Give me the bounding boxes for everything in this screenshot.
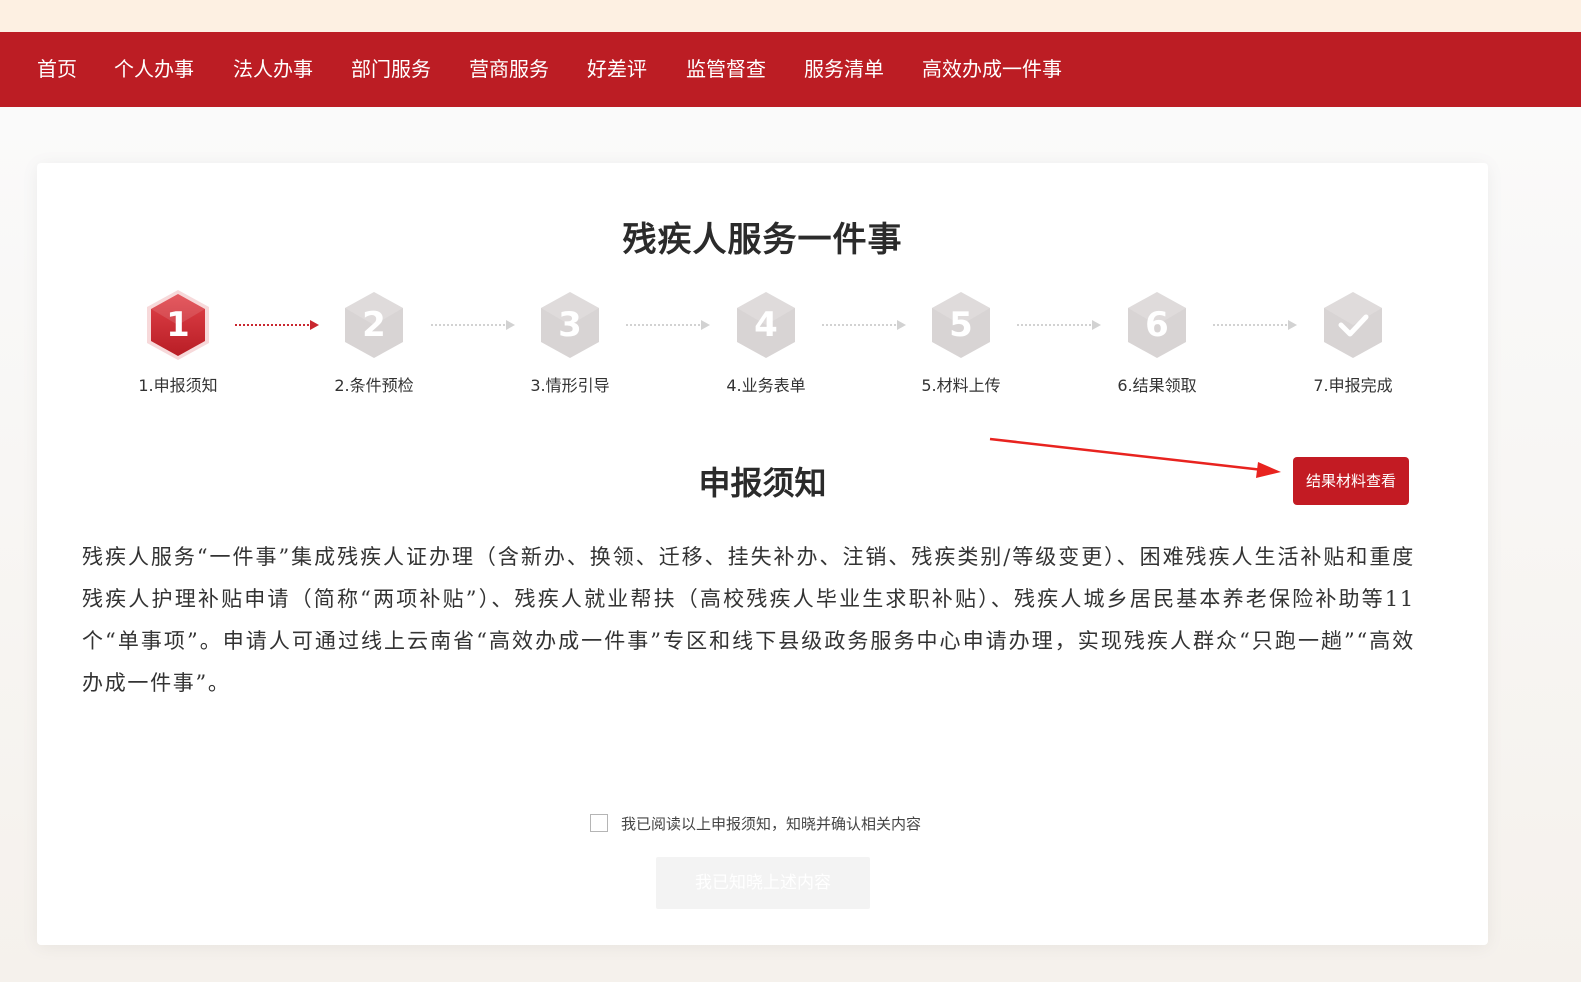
page-title: 残疾人服务一件事 xyxy=(622,220,903,260)
step-7-hexagon xyxy=(1320,288,1386,362)
step-connector-1-active xyxy=(235,320,319,330)
step-4-hexagon: 4 xyxy=(733,288,799,362)
step-2-number: 2 xyxy=(362,305,386,345)
nav-item-corporate-services[interactable]: 法人办事 xyxy=(233,32,313,107)
step-3-label: 3.情形引导 xyxy=(530,376,610,395)
step-6-number: 6 xyxy=(1145,305,1169,345)
nav-item-supervision[interactable]: 监管督查 xyxy=(686,32,766,107)
step-1[interactable]: 1 1.申报须知 xyxy=(118,288,238,396)
confirm-read-button[interactable]: 我已知晓上述内容 xyxy=(656,857,870,909)
top-banner-strip xyxy=(0,0,1581,32)
step-2-hexagon: 2 xyxy=(341,288,407,362)
nav-item-home[interactable]: 首页 xyxy=(37,32,77,107)
notice-body-text: 残疾人服务“一件事”集成残疾人证办理（含新办、换领、迁移、挂失补办、注销、残疾类… xyxy=(82,545,1415,695)
nav-item-personal-services[interactable]: 个人办事 xyxy=(114,32,194,107)
step-connector-5 xyxy=(1017,320,1101,330)
step-1-hexagon: 1 xyxy=(145,288,211,362)
view-result-materials-button[interactable]: 结果材料查看 xyxy=(1293,457,1409,505)
step-7-label: 7.申报完成 xyxy=(1313,376,1393,395)
step-2-label: 2.条件预检 xyxy=(334,376,414,395)
nav-item-evaluation[interactable]: 好差评 xyxy=(587,32,647,107)
step-connector-2 xyxy=(431,320,515,330)
step-7[interactable]: 7.申报完成 xyxy=(1293,288,1413,396)
step-1-number: 1 xyxy=(166,305,190,345)
step-3-number: 3 xyxy=(558,305,582,345)
step-5-hexagon: 5 xyxy=(928,288,994,362)
nav-item-department-services[interactable]: 部门服务 xyxy=(351,32,431,107)
step-4[interactable]: 4 4.业务表单 xyxy=(706,288,826,396)
step-1-label: 1.申报须知 xyxy=(138,376,218,395)
step-4-number: 4 xyxy=(754,305,778,345)
step-connector-4 xyxy=(822,320,906,330)
step-4-label: 4.业务表单 xyxy=(726,376,806,395)
step-connector-6 xyxy=(1213,320,1297,330)
agreement-label[interactable]: 我已阅读以上申报须知，知晓并确认相关内容 xyxy=(621,813,921,834)
step-5-label: 5.材料上传 xyxy=(921,376,1001,395)
agreement-checkbox[interactable] xyxy=(590,814,608,832)
step-2[interactable]: 2 2.条件预检 xyxy=(314,288,434,396)
step-5-number: 5 xyxy=(949,305,973,345)
step-connector-3 xyxy=(626,320,710,330)
nav-item-service-list[interactable]: 服务清单 xyxy=(804,32,884,107)
step-3[interactable]: 3 3.情形引导 xyxy=(510,288,630,396)
step-5[interactable]: 5 5.材料上传 xyxy=(901,288,1021,396)
annotation-arrow-icon xyxy=(989,437,1281,478)
step-6-label: 6.结果领取 xyxy=(1117,376,1197,395)
agreement-row: 我已阅读以上申报须知，知晓并确认相关内容 xyxy=(590,812,921,834)
step-6-hexagon: 6 xyxy=(1124,288,1190,362)
step-3-hexagon: 3 xyxy=(537,288,603,362)
step-6[interactable]: 6 6.结果领取 xyxy=(1097,288,1217,396)
main-navigation: 首页 个人办事 法人办事 部门服务 营商服务 好差评 监管督查 服务清单 高效办… xyxy=(0,32,1581,107)
nav-item-business-services[interactable]: 营商服务 xyxy=(469,32,549,107)
nav-item-one-thing[interactable]: 高效办成一件事 xyxy=(922,32,1062,107)
